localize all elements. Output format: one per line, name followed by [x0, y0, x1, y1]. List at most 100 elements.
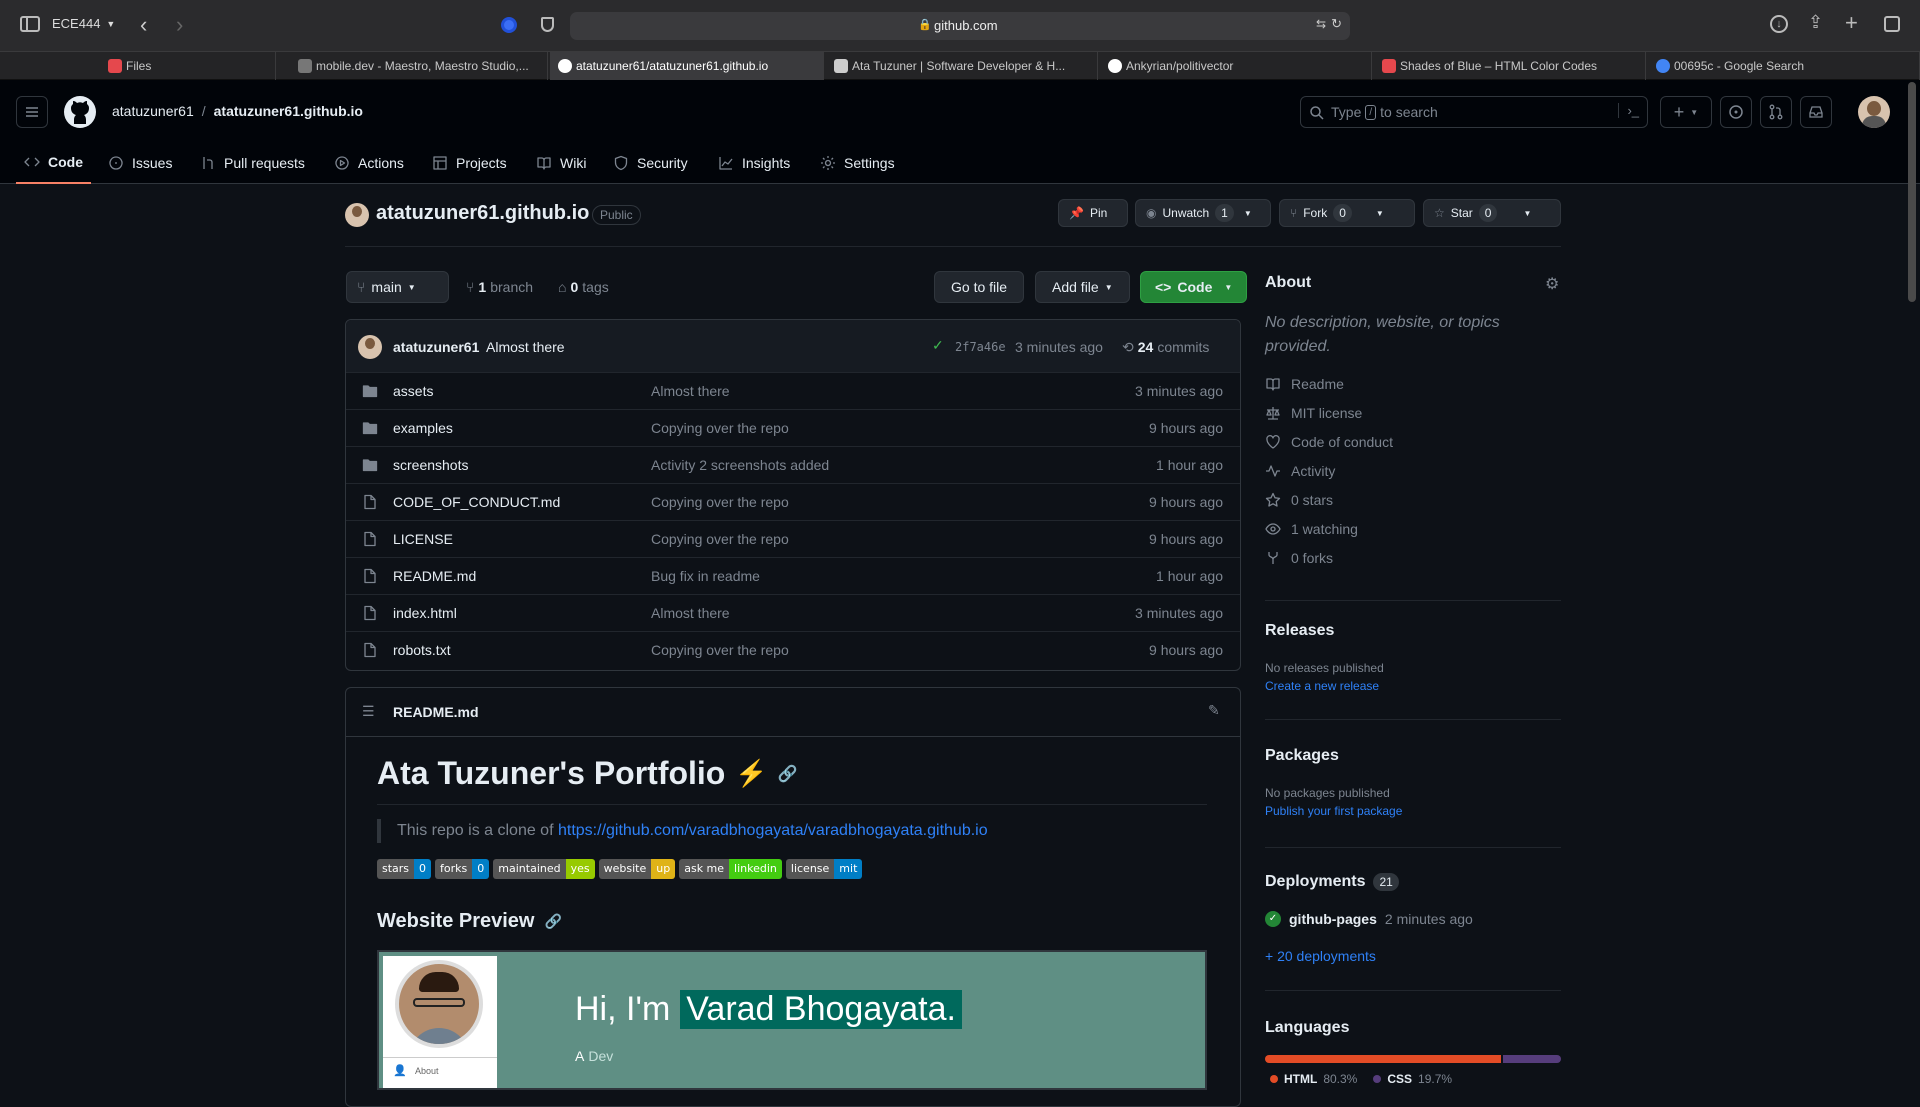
tab-issues[interactable]: Issues — [100, 142, 180, 184]
file-row[interactable]: README.md Bug fix in readme 1 hour ago — [346, 557, 1240, 594]
page-scrollbar[interactable] — [1908, 82, 1916, 302]
tab-settings[interactable]: Settings — [812, 142, 903, 184]
tab-overview-icon[interactable] — [1884, 16, 1900, 32]
file-name[interactable]: assets — [393, 383, 433, 399]
branches-link[interactable]: ⑂ 1 branch — [466, 279, 533, 295]
file-commit-message[interactable]: Almost there — [651, 383, 730, 399]
tab-security[interactable]: Security — [605, 142, 696, 184]
browser-tab-active[interactable]: atatuzuner61/atatuzuner61.github.io — [550, 52, 824, 80]
file-row[interactable]: assets Almost there 3 minutes ago — [346, 372, 1240, 409]
commit-author[interactable]: atatuzuner61 — [393, 339, 479, 355]
tab-pull-requests[interactable]: Pull requests — [192, 142, 313, 184]
file-row[interactable]: LICENSE Copying over the repo 9 hours ago — [346, 520, 1240, 557]
back-icon[interactable]: ‹ — [140, 12, 147, 38]
file-commit-message[interactable]: Almost there — [651, 605, 730, 621]
gear-icon[interactable]: ⚙ — [1545, 274, 1559, 294]
pin-button[interactable]: 📌 Pin — [1058, 199, 1128, 227]
file-name[interactable]: robots.txt — [393, 642, 451, 658]
about-item-0-stars[interactable]: 0 stars — [1265, 492, 1333, 508]
browser-tab[interactable]: mobile.dev - Maestro, Maestro Studio,... — [290, 52, 548, 80]
command-palette-icon[interactable]: ›_ — [1618, 103, 1639, 118]
anchor-link-icon[interactable]: 🔗 — [778, 764, 798, 784]
anchor-link-icon[interactable]: 🔗 — [544, 913, 561, 930]
tab-wiki[interactable]: Wiki — [528, 142, 594, 184]
file-name[interactable]: screenshots — [393, 457, 468, 473]
tab-actions[interactable]: Actions — [326, 142, 412, 184]
extension-icon[interactable] — [501, 17, 517, 33]
badge[interactable]: website up — [598, 859, 676, 879]
file-commit-message[interactable]: Copying over the repo — [651, 494, 789, 510]
file-row[interactable]: CODE_OF_CONDUCT.md Copying over the repo 9… — [346, 483, 1240, 520]
download-icon[interactable]: ↓ — [1770, 15, 1788, 33]
menu-button[interactable] — [16, 96, 48, 128]
file-commit-message[interactable]: Copying over the repo — [651, 531, 789, 547]
language-item[interactable]: CSS 19.7% — [1373, 1072, 1452, 1086]
unwatch-button[interactable]: ◉ Unwatch 1 ▼ — [1135, 199, 1271, 227]
about-item-readme[interactable]: Readme — [1265, 376, 1344, 392]
deployment-item[interactable]: ✓ github-pages 2 minutes ago — [1265, 911, 1473, 927]
file-row[interactable]: robots.txt Copying over the repo 9 hours a… — [346, 631, 1240, 668]
tab-code[interactable]: Code — [16, 142, 91, 184]
about-item-mit-license[interactable]: MIT license — [1265, 405, 1362, 421]
file-commit-message[interactable]: Bug fix in readme — [651, 568, 760, 584]
readme-link[interactable]: https://github.com/varadbhogayata/varadb… — [558, 822, 988, 839]
publish-package-link[interactable]: Publish your first package — [1265, 804, 1402, 818]
tab-insights[interactable]: Insights — [710, 142, 798, 184]
browser-tab[interactable]: Ata Tuzuner | Software Developer & H... — [826, 52, 1098, 80]
badge[interactable]: forks 0 — [435, 859, 490, 879]
commit-sha[interactable]: 2f7a46e — [955, 340, 1006, 354]
more-deployments-link[interactable]: + 20 deployments — [1265, 948, 1376, 964]
badge[interactable]: license mit — [785, 859, 863, 879]
fork-button[interactable]: ⑂ Fork 0 ▼ — [1279, 199, 1415, 227]
star-button[interactable]: ☆ Star 0 ▼ — [1423, 199, 1561, 227]
shield-icon[interactable] — [541, 17, 554, 32]
file-commit-message[interactable]: Activity 2 screenshots added — [651, 457, 829, 473]
tags-link[interactable]: ⌂ 0 tags — [558, 279, 609, 295]
language-item[interactable]: HTML 80.3% — [1270, 1072, 1357, 1086]
share-icon[interactable]: ⇪ — [1808, 12, 1823, 33]
create-release-link[interactable]: Create a new release — [1265, 679, 1379, 693]
deployments-heading[interactable]: Deployments 21 — [1265, 873, 1399, 891]
add-file-button[interactable]: Add file ▼ — [1035, 271, 1130, 303]
breadcrumb-owner[interactable]: atatuzuner61 — [112, 103, 194, 119]
code-button[interactable]: <> Code ▼ — [1140, 271, 1248, 303]
about-item-code-of-conduct[interactable]: Code of conduct — [1265, 434, 1393, 450]
issues-button[interactable] — [1720, 96, 1752, 128]
file-row[interactable]: index.html Almost there 3 minutes ago — [346, 594, 1240, 631]
packages-heading[interactable]: Packages — [1265, 747, 1339, 765]
user-avatar[interactable] — [1858, 96, 1890, 128]
forward-icon[interactable]: › — [176, 12, 183, 38]
browser-tab[interactable]: Files — [100, 52, 276, 80]
file-name[interactable]: index.html — [393, 605, 457, 621]
sidebar-toggle-icon[interactable] — [20, 16, 40, 32]
inbox-button[interactable] — [1800, 96, 1832, 128]
file-name[interactable]: LICENSE — [393, 531, 453, 547]
search-input[interactable]: Type / to search ›_ — [1300, 96, 1648, 128]
file-row[interactable]: screenshots Activity 2 screenshots added 1… — [346, 446, 1240, 483]
pull-requests-button[interactable] — [1760, 96, 1792, 128]
create-new-button[interactable]: + ▼ — [1660, 96, 1712, 128]
browser-tab[interactable]: 00695c - Google Search — [1648, 52, 1920, 80]
readme-filename[interactable]: README.md — [393, 704, 479, 720]
browser-tab[interactable]: Shades of Blue – HTML Color Codes — [1374, 52, 1646, 80]
badge[interactable]: ask me linkedin — [679, 859, 782, 879]
browser-tab[interactable]: Ankyrian/politivector — [1100, 52, 1372, 80]
file-name[interactable]: examples — [393, 420, 453, 436]
list-icon[interactable]: ☰ — [362, 703, 375, 720]
file-name[interactable]: CODE_OF_CONDUCT.md — [393, 494, 560, 510]
reload-icon[interactable]: ↻ — [1331, 16, 1342, 32]
address-bar[interactable]: 🔒 github.com ⇆ ↻ — [570, 12, 1350, 40]
file-name[interactable]: README.md — [393, 568, 476, 584]
about-item-1-watching[interactable]: 1 watching — [1265, 521, 1358, 537]
profile-selector[interactable]: ECE444 ▼ — [52, 16, 115, 31]
pencil-icon[interactable]: ✎ — [1208, 702, 1220, 719]
file-commit-message[interactable]: Copying over the repo — [651, 642, 789, 658]
breadcrumb-repo[interactable]: atatuzuner61.github.io — [214, 103, 363, 119]
file-row[interactable]: examples Copying over the repo 9 hours ago — [346, 409, 1240, 446]
badge[interactable]: stars 0 — [377, 859, 432, 879]
about-item-0-forks[interactable]: 0 forks — [1265, 550, 1333, 566]
go-to-file-button[interactable]: Go to file — [934, 271, 1025, 303]
translate-icon[interactable]: ⇆ — [1316, 17, 1326, 31]
about-item-activity[interactable]: Activity — [1265, 463, 1335, 479]
releases-heading[interactable]: Releases — [1265, 622, 1334, 640]
